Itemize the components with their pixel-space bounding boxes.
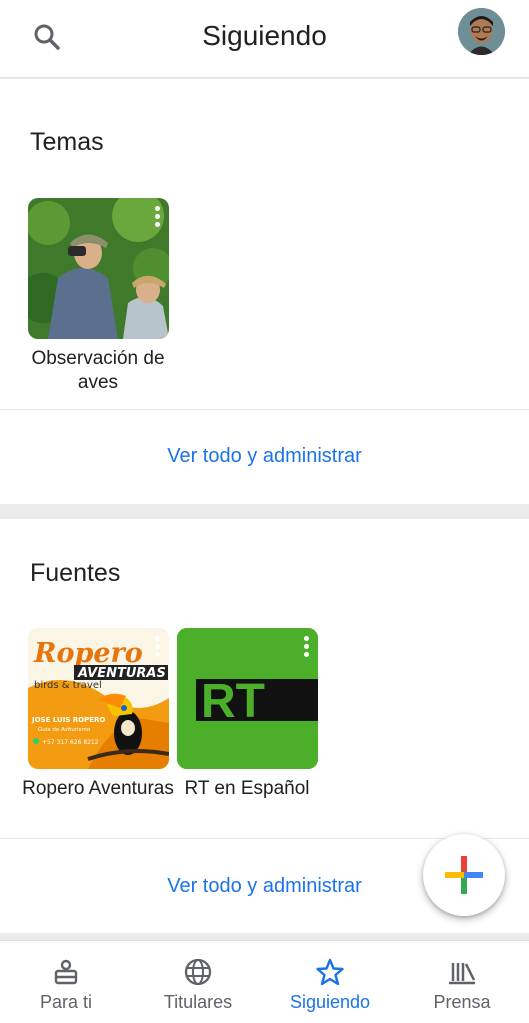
topic-tile-observacion[interactable] — [28, 198, 169, 339]
svg-text:Ropero: Ropero — [33, 638, 143, 669]
nav-label: Titulares — [163, 992, 233, 1012]
more-options-icon[interactable] — [155, 206, 161, 230]
nav-siguiendo[interactable]: Siguiendo — [264, 941, 396, 1023]
divider — [0, 409, 529, 410]
topic-label: Observación de aves — [31, 348, 165, 393]
svg-text:+57 317 626 8212: +57 317 626 8212 — [42, 739, 99, 746]
rt-logo: RT — [177, 628, 318, 769]
svg-text:RT: RT — [201, 675, 265, 728]
top-app-bar: Siguiendo — [0, 0, 529, 78]
more-options-icon[interactable] — [155, 636, 161, 660]
nav-label: Para ti — [39, 992, 93, 1012]
nav-para-ti[interactable]: Para ti — [0, 941, 132, 1023]
svg-text:Guia de Aviturismo: Guia de Aviturismo — [38, 727, 91, 733]
newsstand-icon — [449, 963, 476, 985]
page-title: Siguiendo — [202, 20, 327, 51]
nav-titulares[interactable]: Titulares — [132, 941, 264, 1023]
section-title-temas: Temas — [30, 128, 104, 156]
nav-label: Prensa — [433, 992, 491, 1012]
add-follow-button[interactable] — [423, 834, 505, 916]
avatar[interactable] — [458, 8, 505, 55]
section-title-fuentes: Fuentes — [30, 559, 121, 587]
svg-text:birds & travel: birds & travel — [34, 680, 102, 691]
birdwatchers-image — [28, 198, 169, 339]
ropero-logo: Ropero AVENTURAS birds & travel JOSE LUI… — [28, 628, 169, 769]
topics-section: Temas Observación de aves Ver todo y adm… — [0, 79, 529, 504]
source-label: Ropero Aventuras — [22, 778, 174, 799]
star-icon — [316, 958, 344, 986]
bottom-navigation: Para ti Titulares Siguiendo Prensa — [0, 940, 529, 1023]
nav-prensa[interactable]: Prensa — [396, 941, 528, 1023]
source-tile-ropero[interactable]: Ropero AVENTURAS birds & travel JOSE LUI… — [28, 628, 169, 769]
svg-text:AVENTURAS: AVENTURAS — [77, 666, 166, 681]
nav-label: Siguiendo — [289, 992, 371, 1012]
see-all-manage-topics-link[interactable]: Ver todo y administrar — [0, 445, 529, 468]
person-icon — [54, 959, 78, 985]
more-options-icon[interactable] — [304, 636, 310, 660]
source-label: RT en Español — [184, 778, 310, 799]
plus-icon — [445, 856, 483, 894]
source-tile-rt[interactable]: RT — [177, 628, 318, 769]
globe-icon — [184, 958, 212, 986]
svg-text:JOSE LUIS ROPERO: JOSE LUIS ROPERO — [31, 716, 105, 724]
